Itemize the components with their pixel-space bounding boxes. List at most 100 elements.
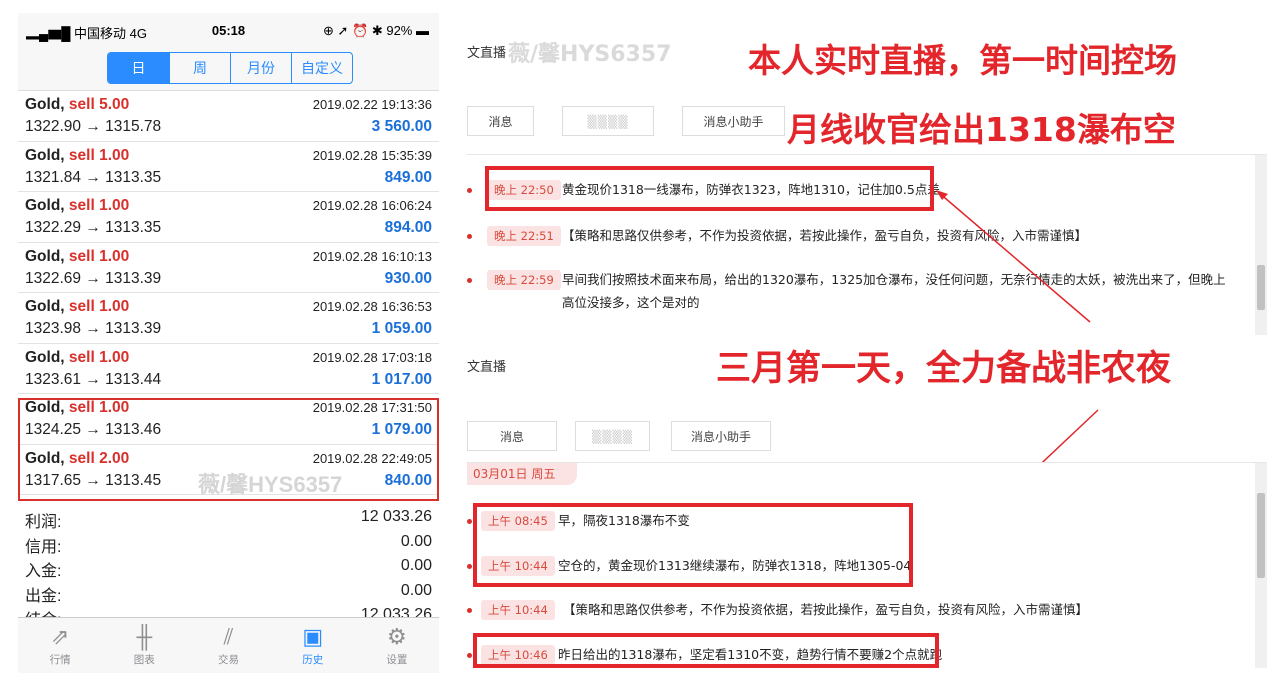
message-dot xyxy=(467,188,472,193)
quotes-icon: ⇗ xyxy=(50,624,70,649)
chat-header: 文直播 xyxy=(467,46,507,61)
message-text-cont: 高位没接多，这个是对的 xyxy=(562,295,700,310)
summary-row: 信用: 0.00 xyxy=(18,531,439,556)
trade-row[interactable]: Gold, sell 1.00 2019.02.28 16:10:13 1322.6… xyxy=(18,243,439,293)
trade-side: sell 1.00 xyxy=(68,348,130,366)
summary-label: 利润: xyxy=(25,514,62,531)
trade-row[interactable]: Gold, sell 5.00 2019.02.22 19:13:36 1322.9… xyxy=(18,91,439,142)
scrollbar-thumb[interactable] xyxy=(1257,493,1265,578)
status-right: ⊕ ➚ ⏰ ✱ 92% ▬ xyxy=(323,23,429,38)
tab-messages[interactable]: 消息 xyxy=(467,106,534,136)
message-text: 早间我们按照技术面来布局，给出的1320瀑布，1325加仓瀑布，没任何问题，无奈… xyxy=(562,272,1226,287)
message-dot xyxy=(467,278,472,283)
trade-side: sell 1.00 xyxy=(68,247,130,265)
date-divider: 03月01日 周五 xyxy=(467,463,577,485)
tab-message-helper[interactable]: 消息小助手 xyxy=(671,421,771,451)
trade-datetime: 2019.02.28 17:03:18 xyxy=(312,349,432,365)
trade-symbol: Gold, sell 1.00 xyxy=(25,298,130,315)
summary-value: 0.00 xyxy=(400,581,432,599)
summary-label: 出金: xyxy=(25,587,62,605)
summary-row: 利润: 12 033.26 xyxy=(18,506,439,531)
message-dot xyxy=(467,653,472,658)
summary-value: 0.00 xyxy=(400,557,432,574)
trade-profit: 894.00 xyxy=(384,219,432,236)
message-time: 上午 10:44 xyxy=(481,600,555,620)
summary-row: 出金: 0.00 xyxy=(18,580,439,605)
scrollbar[interactable] xyxy=(1255,463,1267,668)
live-chat-panel-1: 文直播 消息 ▒▒▒▒ 消息小助手 晚上 22:50 黄金现价1318一线瀑布，… xyxy=(467,30,1267,335)
live-chat-panel-2: 文直播 消息 ▒▒▒▒ 消息小助手 03月01日 周五 上午 08:45 早，隔… xyxy=(467,348,1267,668)
summary-value: 12 033.26 xyxy=(360,508,432,525)
tab-2[interactable]: ⫽ 交易 xyxy=(186,618,270,673)
status-bar: ▂▄▆█ 中国移动 4G 05:18 ⊕ ➚ ⏰ ✱ 92% ▬ xyxy=(18,13,439,47)
highlight-box xyxy=(485,166,934,211)
chat-header: 文直播 xyxy=(467,360,507,375)
tab-blurred[interactable]: ▒▒▒▒ xyxy=(562,106,654,136)
tab-messages[interactable]: 消息 xyxy=(467,421,557,451)
tab-1[interactable]: ╫ 图表 xyxy=(102,618,186,673)
trade-side: sell 5.00 xyxy=(68,96,130,113)
tab-label: 设置 xyxy=(386,654,408,666)
trade-datetime: 2019.02.22 19:13:36 xyxy=(312,97,432,112)
trade-prices: 1322.69 → 1313.39 xyxy=(25,269,162,287)
summary-value: 0.00 xyxy=(400,532,432,550)
tab-label: 历史 xyxy=(302,654,324,666)
trade-icon: ⫽ xyxy=(223,624,234,649)
trade-prices: 1322.29 → 1313.35 xyxy=(25,219,162,236)
trade-symbol: Gold, sell 1.00 xyxy=(25,348,130,366)
message-text: 【策略和思路仅供参考，不作为投资依据，若按此操作，盈亏自负，投资有风险，入市需谨… xyxy=(563,602,1089,617)
segment-0[interactable]: 日 xyxy=(108,53,169,83)
message-dot xyxy=(467,519,472,524)
message-time: 晚上 22:59 xyxy=(487,270,561,290)
trade-profit: 3 560.00 xyxy=(371,118,432,135)
message-dot xyxy=(467,234,472,239)
trade-profit: 1 017.00 xyxy=(371,370,432,388)
scrollbar[interactable] xyxy=(1255,155,1267,335)
segment-2[interactable]: 月份 xyxy=(230,53,291,83)
trade-symbol: Gold, sell 1.00 xyxy=(25,146,130,164)
trade-symbol: Gold, sell 1.00 xyxy=(25,197,130,214)
trade-row[interactable]: Gold, sell 1.00 2019.02.28 17:03:18 1323.6… xyxy=(18,344,439,394)
message-dot xyxy=(467,564,472,569)
trade-side: sell 1.00 xyxy=(68,197,130,214)
message-time: 晚上 22:51 xyxy=(487,226,561,246)
gear-icon: ⚙ xyxy=(387,624,407,649)
tab-3[interactable]: ▣ 历史 xyxy=(271,618,355,673)
trade-datetime: 2019.02.28 16:36:53 xyxy=(312,299,432,314)
segment-3[interactable]: 自定义 xyxy=(291,53,352,83)
message-dot xyxy=(467,608,472,613)
trade-symbol: Gold, sell 1.00 xyxy=(25,247,130,265)
trade-prices: 1323.98 → 1313.39 xyxy=(25,320,162,337)
trade-prices: 1321.84 → 1313.35 xyxy=(25,168,162,186)
history-inbox-icon: ▣ xyxy=(302,624,324,649)
highlight-box xyxy=(473,633,939,668)
tab-blurred[interactable]: ▒▒▒▒ xyxy=(575,421,650,451)
mt4-history-phone: ▂▄▆█ 中国移动 4G 05:18 ⊕ ➚ ⏰ ✱ 92% ▬ 日周月份 自定义… xyxy=(18,13,439,673)
trade-side: sell 1.00 xyxy=(68,146,130,164)
bottom-tab-bar: ⇗ 行情 ╫ 图表 ⫽ 交易 ▣ 历史 ⚙ 设置 xyxy=(18,617,439,673)
segment-1[interactable]: 周 xyxy=(169,53,230,83)
summary-row: 入金: 0.00 xyxy=(18,555,439,580)
trade-side: sell 1.00 xyxy=(68,298,130,315)
trade-datetime: 2019.02.28 16:10:13 xyxy=(312,248,432,264)
trade-prices: 1323.61 → 1313.44 xyxy=(25,370,162,388)
trade-row[interactable]: Gold, sell 1.00 2019.02.28 16:36:53 1323.9… xyxy=(18,293,439,344)
period-selector-bar: 日周月份 自定义 xyxy=(18,47,439,91)
message-text: 【策略和思路仅供参考，不作为投资依据，若按此操作，盈亏自负，投资有风险，入市需谨… xyxy=(562,228,1088,243)
tab-message-helper[interactable]: 消息小助手 xyxy=(682,106,785,136)
trade-datetime: 2019.02.28 16:06:24 xyxy=(312,198,432,213)
summary-label: 入金: xyxy=(25,563,62,580)
summary-label: 信用: xyxy=(25,538,62,556)
candlestick-chart-icon: ╫ xyxy=(136,624,153,649)
trade-datetime: 2019.02.28 15:35:39 xyxy=(312,147,432,163)
tab-label: 交易 xyxy=(218,654,239,666)
tab-4[interactable]: ⚙ 设置 xyxy=(355,618,439,673)
period-segmented-control: 日周月份 自定义 xyxy=(107,52,353,84)
trade-row[interactable]: Gold, sell 1.00 2019.02.28 15:35:39 1321.8… xyxy=(18,142,439,192)
highlight-box xyxy=(473,503,913,587)
tab-label: 图表 xyxy=(133,654,155,666)
tab-0[interactable]: ⇗ 行情 xyxy=(18,618,102,673)
trade-row[interactable]: Gold, sell 1.00 2019.02.28 16:06:24 1322.2… xyxy=(18,192,439,243)
tab-label: 行情 xyxy=(49,654,71,666)
scrollbar-thumb[interactable] xyxy=(1257,265,1265,310)
